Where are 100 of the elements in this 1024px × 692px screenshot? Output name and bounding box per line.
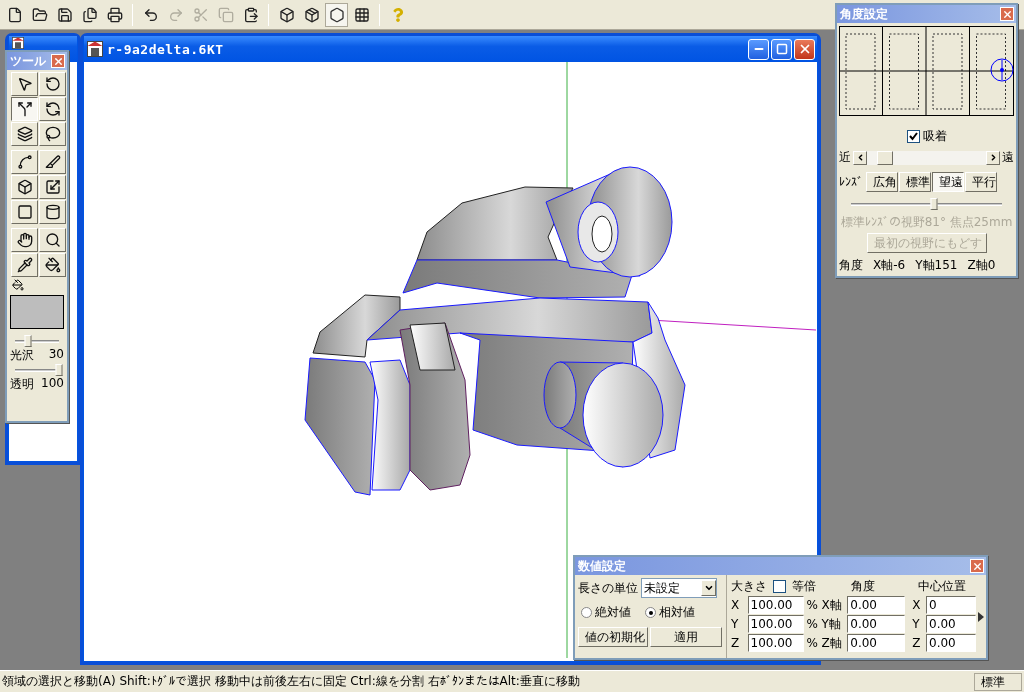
hand-icon [16, 232, 33, 248]
undo-icon [142, 6, 159, 23]
expand-arrow-icon[interactable] [978, 611, 984, 622]
check-icon [908, 132, 918, 141]
orientation-dial[interactable] [990, 58, 1014, 82]
apply-button[interactable]: 適用 [650, 627, 722, 647]
size-field[interactable]: 100.00 [747, 596, 804, 614]
slider-thumb[interactable] [930, 198, 938, 210]
plane-tool-button[interactable] [11, 200, 38, 224]
unit-select[interactable]: 未設定 [641, 578, 717, 598]
mode-radio[interactable]: 相対値 [645, 604, 695, 621]
slider-thumb[interactable] [55, 364, 63, 376]
status-mode: 標準 [974, 672, 1022, 691]
minimize-button[interactable] [748, 38, 769, 60]
copy-icon [217, 6, 234, 23]
split-arrow-icon [16, 101, 33, 117]
reset-values-button[interactable]: 値の初期化 [578, 627, 648, 647]
dropper-tool-button[interactable] [11, 253, 38, 277]
angle-field[interactable]: 0.00 [847, 596, 906, 614]
close-button[interactable] [51, 54, 65, 68]
bend-tool-button[interactable] [11, 97, 38, 121]
lens-button[interactable]: 望遠 [932, 172, 964, 192]
radio-button[interactable] [581, 607, 592, 618]
far-label: 遠 [1002, 149, 1014, 166]
extrude-tool-button[interactable] [11, 175, 38, 199]
refresh-icon [44, 101, 61, 117]
printer-icon [106, 6, 123, 23]
grid-icon [353, 6, 370, 23]
redo-icon [167, 6, 184, 23]
axis-label: X [731, 598, 741, 612]
axis-label: X [912, 598, 922, 612]
size-field[interactable]: 100.00 [747, 615, 804, 633]
angle-heading: 角度 [851, 578, 876, 595]
center-field[interactable]: 0.00 [926, 615, 976, 633]
center-heading: 中心位置 [918, 578, 967, 595]
spin-tool-button[interactable] [39, 97, 66, 121]
axis-label: Z軸 [821, 634, 843, 652]
angle-value: X軸-6 [873, 257, 906, 274]
angle-field[interactable]: 0.00 [847, 634, 906, 652]
top-button[interactable] [325, 2, 348, 27]
close-button[interactable] [970, 559, 984, 573]
layers-icon [16, 126, 33, 142]
lens-label: ﾚﾝｽﾞ [839, 175, 863, 189]
distance-scrollbar[interactable] [853, 150, 1000, 165]
axis-label: Y [912, 617, 921, 631]
unit-label: 長さの単位 [578, 579, 638, 597]
snap-label: 吸着 [922, 128, 947, 145]
status-message: 領域の選択と移動(A) Shift:ﾄｸﾞﾙで選択 移動中は前後左右に固定 Ctrl:線を分割 右ﾎﾞﾀﾝまたはAlt:垂直に移動 [2, 673, 580, 690]
radio-button[interactable] [645, 607, 656, 618]
lasso-icon [44, 126, 61, 142]
slider-thumb[interactable] [24, 335, 32, 347]
close-icon [1001, 8, 1013, 20]
select-tool-button[interactable] [11, 72, 38, 96]
size-field[interactable]: 100.00 [747, 634, 804, 652]
rotate-icon [44, 76, 61, 92]
unit-symbol: % [806, 598, 819, 612]
file-icon [6, 6, 23, 23]
close-button[interactable] [1000, 7, 1014, 21]
slider-value: 100 [41, 376, 64, 392]
lens-button[interactable]: 広角 [866, 172, 898, 192]
snap-checkbox[interactable] [906, 130, 920, 143]
size-label: 大きさ [731, 578, 767, 595]
search-icon [44, 232, 61, 248]
rotate-tool-button[interactable] [39, 72, 66, 96]
center-field[interactable]: 0 [926, 596, 976, 614]
angle-field[interactable]: 0.00 [847, 615, 906, 633]
fill-tool-button[interactable] [39, 253, 66, 277]
maximize-button[interactable] [771, 38, 792, 60]
cylinder-icon [44, 204, 61, 220]
color-swatch[interactable] [10, 295, 64, 329]
scissors-icon [192, 6, 209, 23]
uniform-checkbox[interactable] [773, 580, 786, 593]
cylinder-tool-button[interactable] [39, 200, 66, 224]
uniform-label: 等倍 [792, 578, 816, 595]
lens-button[interactable]: 標準 [899, 172, 931, 192]
close-icon [971, 560, 983, 572]
slider[interactable] [851, 198, 1002, 210]
package-icon [303, 6, 320, 23]
slider[interactable] [15, 335, 59, 347]
app-icon [12, 37, 24, 49]
angle-value: Y軸151 [915, 257, 958, 274]
close-icon [52, 55, 64, 67]
step-tool-button[interactable] [11, 122, 38, 146]
scroll-left-button[interactable] [853, 150, 867, 165]
axis-label: Y軸 [821, 615, 842, 633]
square-icon [16, 204, 33, 220]
scroll-right-button[interactable] [986, 150, 1000, 165]
view-angle-grid[interactable] [839, 26, 1014, 116]
knife-tool-button[interactable] [39, 150, 66, 174]
lasso-tool-button[interactable] [39, 122, 66, 146]
zoom-tool-button[interactable] [39, 228, 66, 252]
curve-tool-button[interactable] [11, 150, 38, 174]
center-field[interactable]: 0.00 [926, 634, 976, 652]
mode-radio[interactable]: 絶対値 [581, 604, 631, 621]
lens-button[interactable]: 平行 [965, 172, 997, 192]
scroll-thumb[interactable] [876, 150, 893, 165]
scale-tool-button[interactable] [39, 175, 66, 199]
close-button[interactable] [794, 38, 815, 60]
hand-tool-button[interactable] [11, 228, 38, 252]
knife-icon [44, 154, 61, 170]
